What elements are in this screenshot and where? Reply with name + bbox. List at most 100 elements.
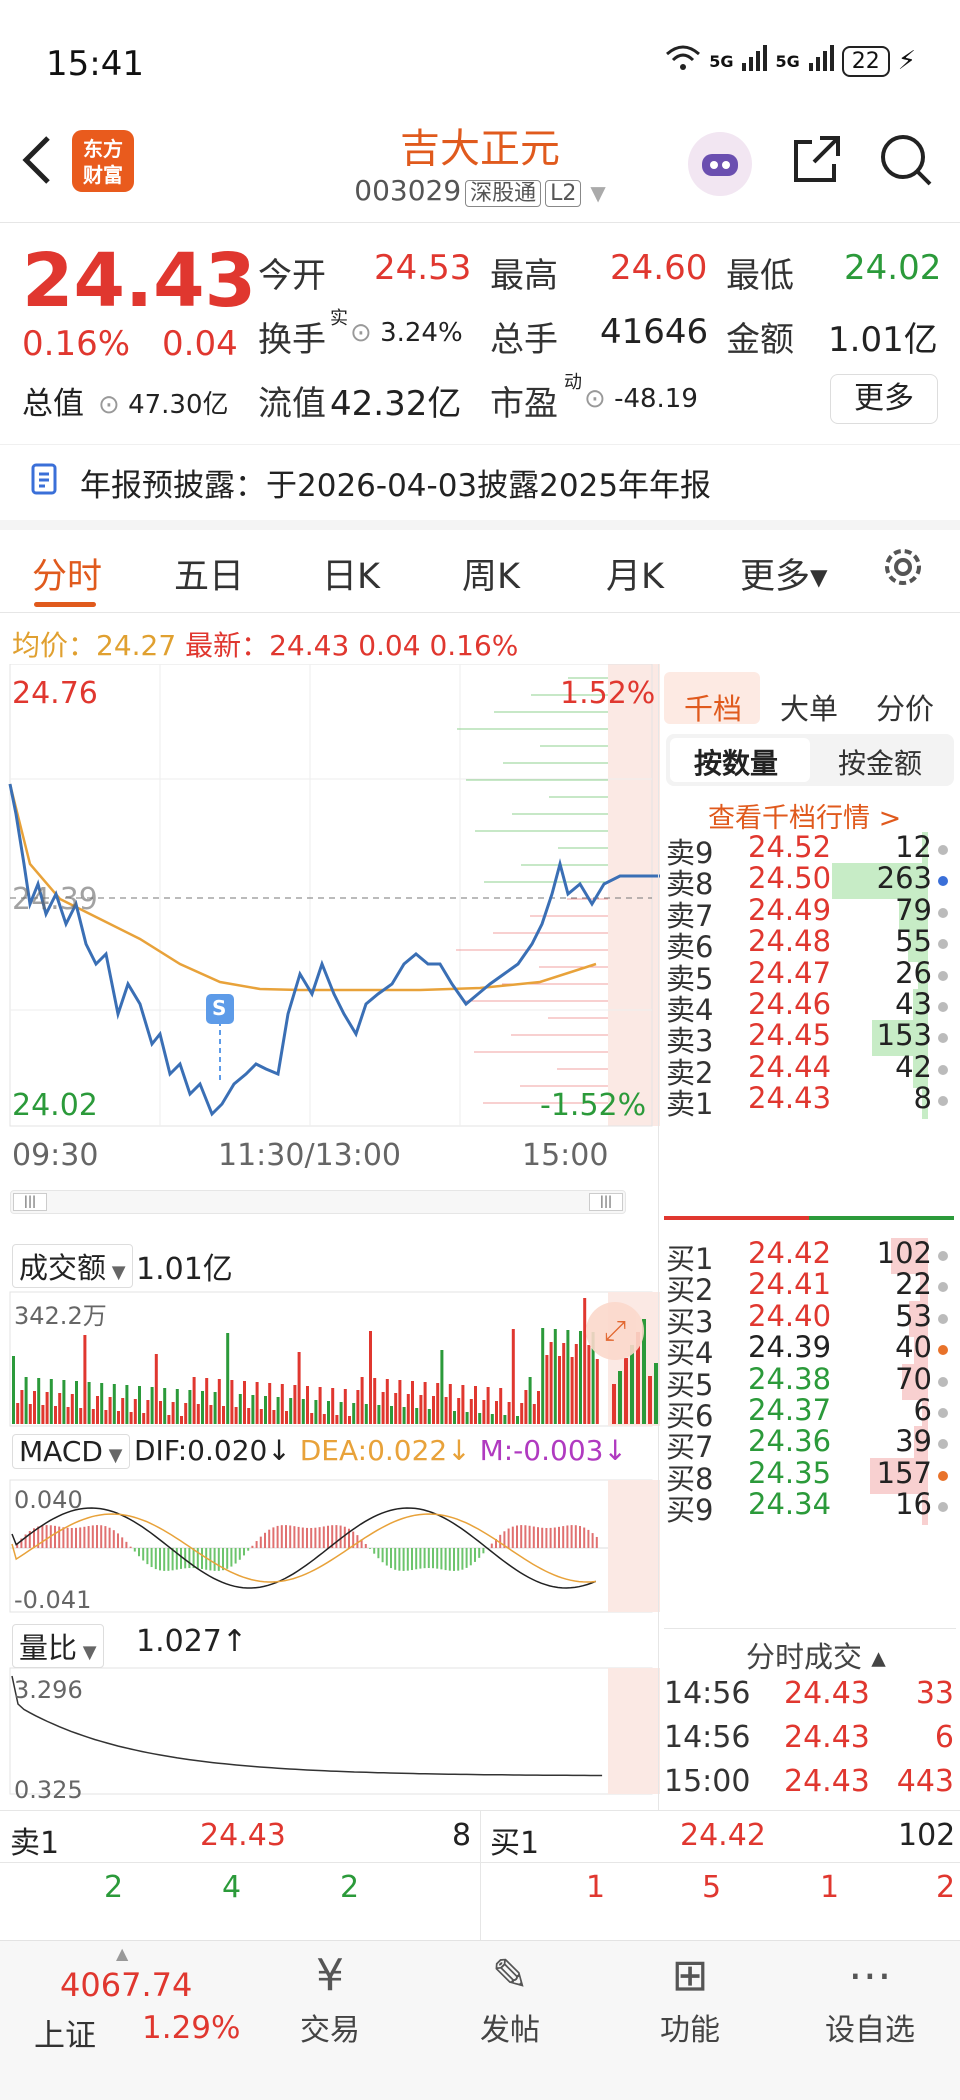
assistant-robot-icon[interactable] — [688, 132, 752, 196]
volume-bar — [587, 1345, 591, 1424]
level-price: 24.42 — [748, 1236, 832, 1270]
volume-bar — [230, 1380, 234, 1424]
last-pct: 0.16% — [429, 629, 519, 662]
volume-bar — [440, 1350, 444, 1424]
avg-label: 均价： — [12, 629, 97, 662]
macd-bar — [583, 1527, 586, 1548]
level-price: 24.48 — [748, 924, 832, 959]
volume-bar — [528, 1377, 532, 1424]
info-icon[interactable]: ⊙ — [98, 390, 120, 420]
ratio-selector[interactable]: 量比 ▼ — [12, 1624, 104, 1668]
volume-bar — [285, 1411, 288, 1424]
macd-bar — [541, 1527, 544, 1548]
range-handle-right[interactable]: ||| — [589, 1193, 623, 1211]
macd-bar — [591, 1533, 594, 1548]
tab-daily-k[interactable]: 日K — [322, 548, 380, 599]
subtab-by-qty[interactable]: 按数量 — [694, 742, 778, 782]
info-icon[interactable]: ⊙ — [350, 318, 372, 348]
nav-trade-label: 交易 — [300, 2013, 360, 2048]
ask-queue-1: 2 — [104, 1870, 124, 1905]
macd-bar — [398, 1548, 401, 1571]
notice-bar[interactable]: 年报预披露：于2026-04-03披露2025年年报 — [30, 460, 711, 505]
ratio-top-label: 3.296 — [14, 1676, 83, 1704]
level-price: 24.35 — [748, 1455, 832, 1490]
info-icon[interactable]: ⊙ — [584, 384, 606, 414]
level-price: 24.49 — [748, 892, 832, 927]
macd-bar — [112, 1530, 115, 1548]
volume-bar — [234, 1407, 238, 1424]
nav-functions[interactable]: ⊞ 功能 — [620, 1950, 760, 2049]
macd-bar — [423, 1548, 426, 1569]
level-price: 24.41 — [748, 1267, 832, 1302]
level-dot — [938, 1251, 948, 1261]
volume-bar — [49, 1379, 53, 1424]
macd-bar — [419, 1548, 422, 1569]
more-button[interactable]: 更多 — [830, 374, 938, 424]
volume-bar — [91, 1409, 95, 1424]
macd-bar — [108, 1527, 111, 1548]
volume-bar — [541, 1328, 545, 1424]
tab-intraday[interactable]: 分时 — [32, 548, 102, 599]
volume-value: 41646 — [600, 312, 709, 352]
macd-bar — [91, 1525, 94, 1548]
level-volume: 16 — [895, 1487, 932, 1522]
macd-bar — [440, 1548, 443, 1570]
volume-bar — [272, 1410, 276, 1424]
ask-row[interactable]: 卖1 24.43 8 — [662, 1081, 952, 1123]
macd-bar — [226, 1548, 229, 1569]
change-value: 0.04 — [162, 324, 238, 364]
signal2-label: 5G — [775, 51, 800, 71]
ticks-title[interactable]: 分时成交 ▴ — [746, 1634, 886, 1676]
tab-weekly-k[interactable]: 周K — [462, 548, 520, 599]
level-dot — [938, 907, 948, 918]
macd-bar — [310, 1527, 313, 1548]
macd-selector[interactable]: MACD ▼ — [12, 1434, 130, 1469]
search-icon[interactable] — [878, 132, 934, 192]
volume-bar — [490, 1414, 494, 1424]
volume-bar — [595, 1359, 599, 1424]
index-pct[interactable]: 1.29% — [142, 2010, 240, 2046]
tag-level2: L2 — [545, 180, 582, 207]
share-icon[interactable] — [790, 132, 844, 190]
range-handle-left[interactable]: ||| — [13, 1193, 47, 1211]
macd-bar — [293, 1526, 296, 1548]
macd-selector-label: MACD — [19, 1435, 103, 1468]
expand-icon[interactable]: ⤢ — [586, 1302, 644, 1360]
volume-bar — [348, 1416, 351, 1424]
level-volume: 26 — [895, 955, 932, 990]
macd-bar — [230, 1548, 233, 1567]
volume-bar — [570, 1357, 574, 1424]
tab-5day[interactable]: 五日 — [174, 548, 244, 599]
nav-trade[interactable]: ¥ 交易 — [260, 1950, 400, 2049]
nav-post[interactable]: ✎ 发帖 — [440, 1950, 580, 2049]
nav-add-watchlist[interactable]: ⋯ 设自选 — [800, 1950, 940, 2049]
volume-selector[interactable]: 成交额 ▼ — [12, 1244, 133, 1288]
tab-big-orders[interactable]: 大单 — [780, 686, 838, 728]
tab-depth[interactable]: 千档 — [684, 686, 742, 728]
tab-monthly-k[interactable]: 月K — [606, 548, 664, 599]
macd-bar — [339, 1525, 342, 1548]
settings-gear-icon[interactable] — [878, 542, 928, 596]
subtab-by-amount[interactable]: 按金额 — [838, 742, 922, 782]
range-scrollbar[interactable]: ||| ||| — [10, 1190, 626, 1214]
macd-bar — [251, 1545, 254, 1548]
bid-row[interactable]: 买9 24.34 16 — [662, 1487, 952, 1529]
macd-bar — [482, 1548, 485, 1554]
index-value[interactable]: 4067.74 — [60, 1966, 192, 2004]
nav-post-label: 发帖 — [480, 2013, 540, 2048]
tab-more[interactable]: 更多▾ — [740, 548, 828, 599]
volume-bar — [154, 1354, 158, 1424]
macd-values: DIF:0.020↓ DEA:0.022↓ M:-0.003↓ — [134, 1434, 627, 1467]
pe-value: -48.19 — [614, 384, 698, 414]
macd-dif: DIF:0.020↓ — [134, 1434, 291, 1467]
marker-s[interactable]: S — [212, 996, 226, 1020]
signal-icon-2 — [808, 45, 834, 77]
stock-code: 003029 — [354, 174, 462, 207]
tab-price-dist[interactable]: 分价 — [876, 686, 934, 728]
macd-bar — [133, 1548, 136, 1552]
volume-bars — [12, 1298, 658, 1424]
volume-bar — [495, 1401, 498, 1424]
index-name[interactable]: 上证 — [34, 2010, 96, 2055]
level-dot — [938, 1282, 948, 1293]
volume-label: 总手 — [490, 320, 558, 360]
